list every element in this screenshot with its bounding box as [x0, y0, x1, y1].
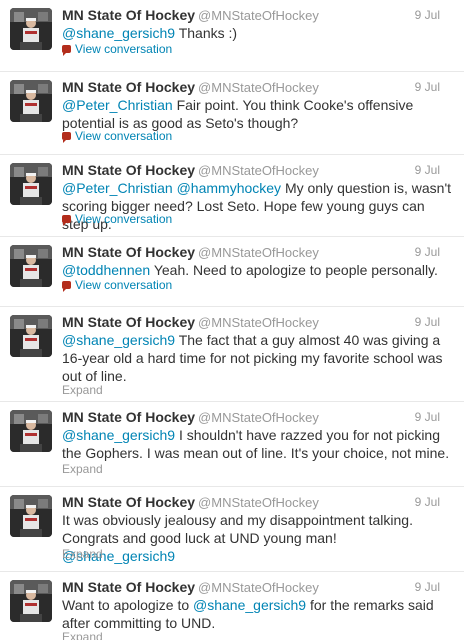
tweet-timestamp[interactable]: 9 Jul	[415, 315, 440, 329]
account-name[interactable]: MN State Of Hockey	[62, 162, 195, 178]
action-label: Expand	[62, 547, 103, 561]
tweet-header: MN State Of Hockey @MNStateOfHockey 9 Jul	[62, 314, 456, 332]
tweet-item[interactable]: MN State Of Hockey @MNStateOfHockey 9 Jul @…	[0, 307, 464, 402]
tweet-timestamp[interactable]: 9 Jul	[415, 410, 440, 424]
tweet-timestamp[interactable]: 9 Jul	[415, 495, 440, 509]
action-label: View conversation	[75, 278, 173, 292]
action-label: Expand	[62, 383, 103, 397]
account-name[interactable]: MN State Of Hockey	[62, 409, 195, 425]
tweet-text-segment: It was obviously jealousy and my disappo…	[62, 512, 413, 546]
expand-link[interactable]: Expand	[62, 462, 103, 476]
tweet-item[interactable]: MN State Of Hockey @MNStateOfHockey 9 Jul @…	[0, 0, 464, 72]
mention-link[interactable]: @Peter_Christian	[62, 180, 173, 196]
tweet-header: MN State Of Hockey @MNStateOfHockey 9 Jul	[62, 494, 456, 512]
tweet-header: MN State Of Hockey @MNStateOfHockey 9 Jul	[62, 409, 456, 427]
tweet-text: @shane_gersich9 The fact that a guy almo…	[62, 331, 452, 385]
account-handle[interactable]: @MNStateOfHockey	[198, 315, 319, 330]
account-handle[interactable]: @MNStateOfHockey	[198, 8, 319, 23]
tweet-text: @shane_gersich9 I shouldn't have razzed …	[62, 426, 452, 462]
avatar[interactable]	[10, 315, 52, 357]
tweet-header: MN State Of Hockey @MNStateOfHockey 9 Jul	[62, 244, 456, 262]
tweet-item[interactable]: MN State Of Hockey @MNStateOfHockey 9 Jul I…	[0, 487, 464, 572]
tweet-timestamp[interactable]: 9 Jul	[415, 163, 440, 177]
account-handle[interactable]: @MNStateOfHockey	[198, 410, 319, 425]
account-handle[interactable]: @MNStateOfHockey	[198, 245, 319, 260]
account-name[interactable]: MN State Of Hockey	[62, 7, 195, 23]
tweet-text: @Peter_Christian Fair point. You think C…	[62, 96, 452, 132]
tweet-timestamp[interactable]: 9 Jul	[415, 245, 440, 259]
mention-link[interactable]: @shane_gersich9	[62, 427, 175, 443]
mention-link[interactable]: @Peter_Christian	[62, 97, 173, 113]
conversation-bubble-icon	[62, 215, 71, 226]
mention-link[interactable]: @shane_gersich9	[62, 332, 175, 348]
tweet-text: @toddhennen Yeah. Need to apologize to p…	[62, 261, 452, 279]
action-label: View conversation	[75, 212, 173, 226]
expand-link[interactable]: Expand	[62, 630, 103, 640]
tweet-item[interactable]: MN State Of Hockey @MNStateOfHockey 9 Jul @…	[0, 72, 464, 155]
account-name[interactable]: MN State Of Hockey	[62, 244, 195, 260]
account-handle[interactable]: @MNStateOfHockey	[198, 495, 319, 510]
tweet-timestamp[interactable]: 9 Jul	[415, 580, 440, 594]
avatar[interactable]	[10, 580, 52, 622]
account-name[interactable]: MN State Of Hockey	[62, 314, 195, 330]
tweet-header: MN State Of Hockey @MNStateOfHockey 9 Jul	[62, 7, 456, 25]
tweet-timestamp[interactable]: 9 Jul	[415, 8, 440, 22]
mention-link[interactable]: @shane_gersich9	[193, 597, 306, 613]
action-label: View conversation	[75, 42, 173, 56]
avatar[interactable]	[10, 163, 52, 205]
tweet-text: It was obviously jealousy and my disappo…	[62, 511, 452, 565]
tweet-timeline: MN State Of Hockey @MNStateOfHockey 9 Jul @…	[0, 0, 464, 640]
account-handle[interactable]: @MNStateOfHockey	[198, 80, 319, 95]
view-conversation-link[interactable]: View conversation	[62, 129, 172, 143]
tweet-text: @shane_gersich9 Thanks :)	[62, 24, 452, 42]
avatar[interactable]	[10, 410, 52, 452]
conversation-bubble-icon	[62, 281, 71, 292]
view-conversation-link[interactable]: View conversation	[62, 212, 172, 226]
mention-link[interactable]: @toddhennen	[62, 262, 150, 278]
expand-link[interactable]: Expand	[62, 547, 103, 561]
action-label: Expand	[62, 462, 103, 476]
avatar[interactable]	[10, 8, 52, 50]
view-conversation-link[interactable]: View conversation	[62, 42, 172, 56]
expand-link[interactable]: Expand	[62, 383, 103, 397]
tweet-text: Want to apologize to @shane_gersich9 for…	[62, 596, 452, 632]
tweet-text-segment: Want to apologize to	[62, 597, 194, 613]
tweet-timestamp[interactable]: 9 Jul	[415, 80, 440, 94]
account-handle[interactable]: @MNStateOfHockey	[198, 163, 319, 178]
avatar[interactable]	[10, 80, 52, 122]
tweet-header: MN State Of Hockey @MNStateOfHockey 9 Jul	[62, 579, 456, 597]
action-label: Expand	[62, 630, 103, 640]
avatar[interactable]	[10, 245, 52, 287]
tweet-header: MN State Of Hockey @MNStateOfHockey 9 Jul	[62, 162, 456, 180]
conversation-bubble-icon	[62, 132, 71, 143]
tweet-item[interactable]: MN State Of Hockey @MNStateOfHockey 9 Jul W…	[0, 572, 464, 640]
view-conversation-link[interactable]: View conversation	[62, 278, 172, 292]
tweet-item[interactable]: MN State Of Hockey @MNStateOfHockey 9 Jul @…	[0, 237, 464, 307]
mention-link[interactable]: @hammyhockey	[177, 180, 281, 196]
tweet-item[interactable]: MN State Of Hockey @MNStateOfHockey 9 Jul @…	[0, 402, 464, 487]
conversation-bubble-icon	[62, 45, 71, 56]
avatar[interactable]	[10, 495, 52, 537]
tweet-text-segment: Thanks :)	[175, 25, 238, 41]
account-name[interactable]: MN State Of Hockey	[62, 494, 195, 510]
account-name[interactable]: MN State Of Hockey	[62, 579, 195, 595]
action-label: View conversation	[75, 129, 173, 143]
tweet-item[interactable]: MN State Of Hockey @MNStateOfHockey 9 Jul @…	[0, 155, 464, 237]
tweet-text-segment: Yeah. Need to apologize to people person…	[150, 262, 438, 278]
mention-link[interactable]: @shane_gersich9	[62, 25, 175, 41]
account-name[interactable]: MN State Of Hockey	[62, 79, 195, 95]
tweet-header: MN State Of Hockey @MNStateOfHockey 9 Jul	[62, 79, 456, 97]
account-handle[interactable]: @MNStateOfHockey	[198, 580, 319, 595]
